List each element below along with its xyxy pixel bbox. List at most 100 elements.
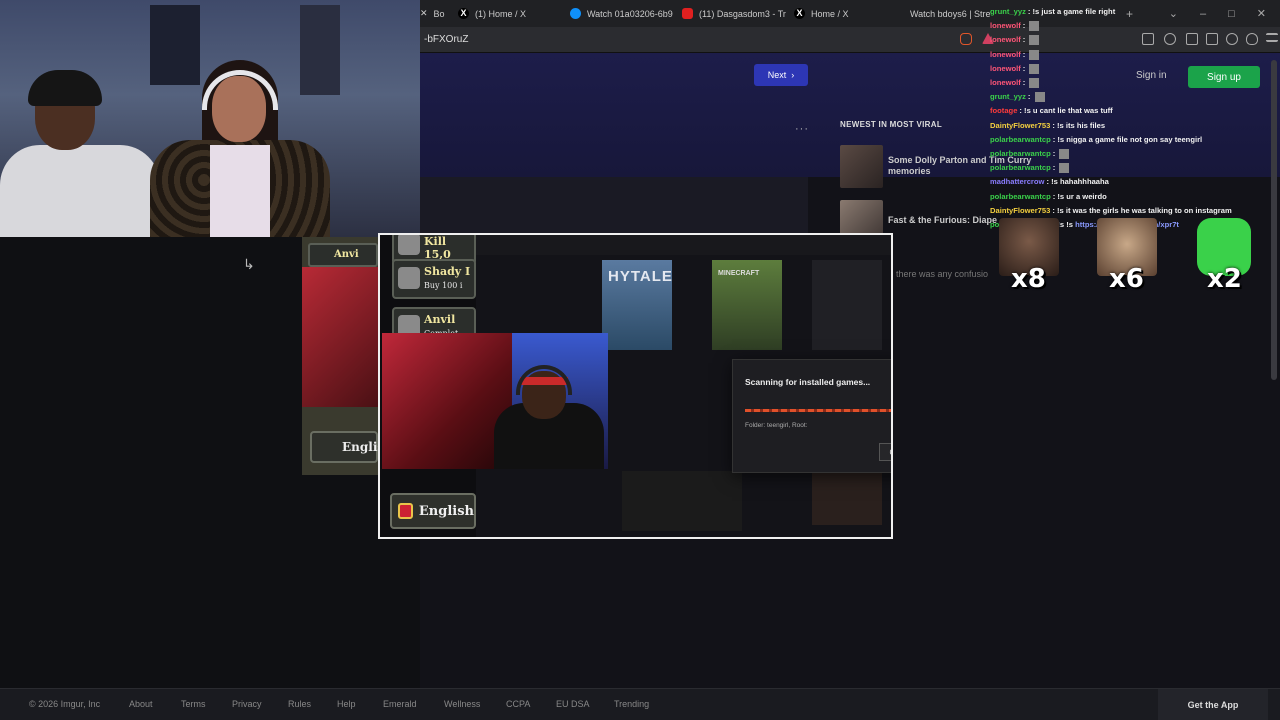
share-arrow-icon[interactable]: ↳ [243, 256, 255, 273]
skull-icon [398, 235, 420, 255]
beanie [28, 70, 102, 106]
chat-message: grunt_yyz: [990, 90, 1280, 104]
chat-username[interactable]: lonewolf [990, 64, 1021, 73]
footer-link-eu-dsa[interactable]: EU DSA [556, 699, 590, 709]
footer-link-rules[interactable]: Rules [288, 699, 311, 709]
chat-emote-icon [1034, 92, 1045, 103]
game-cover [812, 260, 882, 350]
dialog-title: Scanning for installed games... [745, 377, 871, 387]
badge-title: Kill 15,0 [424, 235, 451, 261]
chat-text: : [1022, 78, 1028, 88]
chat-username[interactable]: polarbearwantcp [990, 149, 1051, 158]
launcher-topbar [476, 235, 891, 255]
background-stream-strip: Anvi Englis [302, 237, 378, 475]
footer-link-help[interactable]: Help [337, 699, 356, 709]
chat-text: : [1052, 163, 1058, 173]
chat-message: polarbearwantcp: !s nigga a game file no… [990, 133, 1280, 147]
x-logo-icon: X [794, 8, 805, 19]
flag-icon [398, 503, 413, 519]
tab-close-icon[interactable]: ✕ [420, 8, 428, 19]
chevron-right-icon: › [791, 70, 795, 80]
chat-message: grunt_yyz: !s just a game file right [990, 5, 1280, 19]
tab-label: Bo [433, 8, 445, 19]
chat-username[interactable]: polarbearwantcp [990, 135, 1051, 144]
combo-count: x6 [1109, 264, 1144, 294]
cancel-button[interactable]: Cancel [879, 443, 891, 461]
chat-message: DaintyFlower753: !s its his files [990, 119, 1280, 133]
chat-username[interactable]: lonewolf [990, 78, 1021, 87]
chat-emote-icon [1059, 149, 1070, 160]
chat-text: : !s its his files [1052, 120, 1106, 130]
url-text[interactable]: -bFXOruZ [424, 34, 468, 45]
chat-username[interactable]: grunt_yyz [990, 92, 1026, 101]
browser-tab-home-x-2[interactable]: X Home / X [794, 0, 898, 27]
chat-username[interactable]: footage [990, 106, 1017, 115]
tab-label: (1) Home / X [475, 8, 527, 19]
chat-message: footage: !s u cant lie that was tuff [990, 104, 1280, 118]
language-label: English [418, 503, 474, 519]
chat-message: lonewolf: [990, 76, 1280, 90]
x-logo-icon: X [458, 8, 469, 19]
chat-text: : [1022, 21, 1028, 31]
achievement-badge: Shady I Buy 100 i [392, 259, 476, 299]
chat-username[interactable]: madhattercrow [990, 177, 1044, 186]
game-cover [622, 471, 742, 531]
footer-link-trending[interactable]: Trending [614, 699, 649, 709]
streamer-person [0, 70, 160, 237]
shirt [210, 145, 270, 237]
webcam-overlay [0, 0, 420, 237]
hat-icon [398, 267, 420, 289]
achievement-badge: Anvi [308, 243, 378, 267]
footer-link-wellness[interactable]: Wellness [444, 699, 480, 709]
chat-text: : !s hahahhhaaha [1046, 177, 1109, 187]
browser-tab-youtube[interactable]: (11) Dasgasdom3 - Tr [682, 0, 786, 27]
chat-username[interactable]: DaintyFlower753 [990, 206, 1050, 215]
english-language-button[interactable]: English [390, 493, 476, 529]
chat-text: : [1022, 49, 1028, 59]
browser-tab-watch-streamable[interactable]: Watch 01a03206-6b9 [570, 0, 676, 27]
chat-emote-icon [1029, 63, 1040, 74]
folder-status: Folder: teengirl, Root: [745, 422, 808, 429]
chat-text: : !s nigga a game file not gon say teeng… [1052, 134, 1203, 144]
imgur-footer: © 2026 Imgur, Inc About Terms Privacy Ru… [0, 688, 1280, 720]
hytale-title: HYTALE [608, 268, 673, 285]
chat-emote-icon [1029, 78, 1040, 89]
chat-message: lonewolf: [990, 19, 1280, 33]
chat-text: : !s just a game file right [1027, 7, 1116, 16]
footer-link-privacy[interactable]: Privacy [232, 699, 262, 709]
chat-username[interactable]: lonewolf [990, 50, 1021, 59]
browser-tab-watch-bdoys6[interactable]: Watch bdoys6 | Strea [904, 0, 990, 27]
chat-username[interactable]: DaintyFlower753 [990, 121, 1050, 130]
next-post-button[interactable]: Next › [754, 64, 808, 86]
more-options-icon[interactable]: ··· [795, 123, 809, 135]
chat-username[interactable]: lonewolf [990, 35, 1021, 44]
chat-username[interactable]: grunt_yyz [990, 7, 1026, 16]
chat-username[interactable]: lonewolf [990, 21, 1021, 30]
brave-shield-icon[interactable] [960, 33, 972, 45]
footer-link-terms[interactable]: Terms [181, 699, 206, 709]
post-image-area [420, 177, 808, 237]
minecraft-title: MINECRAFT [718, 270, 760, 277]
footer-link-ccpa[interactable]: CCPA [506, 699, 530, 709]
chat-text: : !s it was the girls he was talking to … [1052, 205, 1232, 215]
comment-snippet: there was any confusio [896, 269, 989, 279]
nested-stream-window: HYTALE MINECRAFT Scanning for installed … [378, 233, 893, 539]
chat-username[interactable]: polarbearwantcp [990, 192, 1051, 201]
chat-text: : [1052, 149, 1058, 159]
chat-overlay: grunt_yyz: !s just a game file right lone… [990, 5, 1280, 229]
chat-emote-icon [1029, 35, 1040, 46]
chat-username[interactable]: polarbearwantcp [990, 163, 1051, 172]
combo-count: x2 [1207, 264, 1242, 294]
footer-link-emerald[interactable]: Emerald [383, 699, 417, 709]
badge-subtitle: Buy 100 i [424, 281, 463, 290]
chat-message: DaintyFlower753: !s it was the girls he … [990, 204, 1280, 218]
next-label: Next [767, 70, 787, 80]
chat-emote-icon [1059, 163, 1070, 174]
footer-link-about[interactable]: About [129, 699, 153, 709]
browser-tab[interactable]: ✕ Bo [420, 0, 448, 27]
red-light [382, 333, 512, 469]
browser-tab-home-x[interactable]: X (1) Home / X [458, 0, 562, 27]
chat-text: : [1027, 92, 1033, 102]
get-the-app-button[interactable]: Get the App [1158, 689, 1268, 720]
chat-text: : [1022, 35, 1028, 45]
